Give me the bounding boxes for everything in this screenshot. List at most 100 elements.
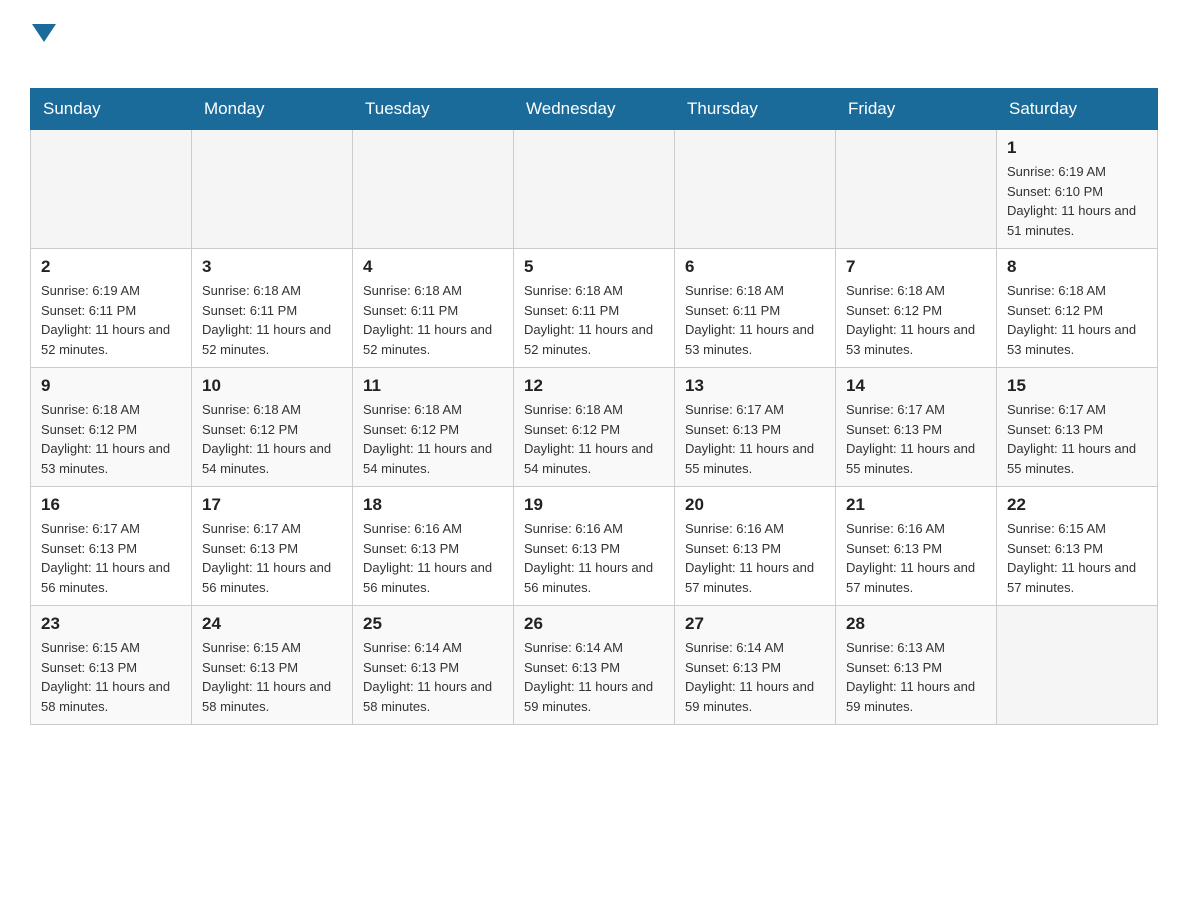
- day-info: Sunrise: 6:14 AM Sunset: 6:13 PM Dayligh…: [685, 638, 825, 716]
- day-of-week-header: Saturday: [997, 89, 1158, 130]
- page-header: [30, 20, 1158, 68]
- day-info: Sunrise: 6:18 AM Sunset: 6:12 PM Dayligh…: [524, 400, 664, 478]
- day-of-week-header: Tuesday: [353, 89, 514, 130]
- calendar-day-cell: 10 Sunrise: 6:18 AM Sunset: 6:12 PM Dayli…: [192, 368, 353, 487]
- day-info: Sunrise: 6:17 AM Sunset: 6:13 PM Dayligh…: [1007, 400, 1147, 478]
- calendar-day-cell: [836, 130, 997, 249]
- day-info: Sunrise: 6:16 AM Sunset: 6:13 PM Dayligh…: [363, 519, 503, 597]
- calendar-day-cell: 27 Sunrise: 6:14 AM Sunset: 6:13 PM Dayli…: [675, 606, 836, 725]
- day-number: 1: [1007, 138, 1147, 158]
- calendar-day-cell: 14 Sunrise: 6:17 AM Sunset: 6:13 PM Dayli…: [836, 368, 997, 487]
- calendar-day-cell: 2 Sunrise: 6:19 AM Sunset: 6:11 PM Daylig…: [31, 249, 192, 368]
- day-info: Sunrise: 6:18 AM Sunset: 6:12 PM Dayligh…: [202, 400, 342, 478]
- calendar-day-cell: 24Sunrise: 6:15 AM Sunset: 6:13 PM Dayli…: [192, 606, 353, 725]
- calendar-day-cell: [31, 130, 192, 249]
- day-info: Sunrise: 6:18 AM Sunset: 6:12 PM Dayligh…: [363, 400, 503, 478]
- calendar-day-cell: 4 Sunrise: 6:18 AM Sunset: 6:11 PM Daylig…: [353, 249, 514, 368]
- calendar-week-row: 9 Sunrise: 6:18 AM Sunset: 6:12 PM Daylig…: [31, 368, 1158, 487]
- calendar-day-cell: 3 Sunrise: 6:18 AM Sunset: 6:11 PM Daylig…: [192, 249, 353, 368]
- calendar-day-cell: 9 Sunrise: 6:18 AM Sunset: 6:12 PM Daylig…: [31, 368, 192, 487]
- day-info: Sunrise: 6:16 AM Sunset: 6:13 PM Dayligh…: [685, 519, 825, 597]
- day-number: 13: [685, 376, 825, 396]
- day-info: Sunrise: 6:18 AM Sunset: 6:12 PM Dayligh…: [846, 281, 986, 359]
- day-info: Sunrise: 6:14 AM Sunset: 6:13 PM Dayligh…: [524, 638, 664, 716]
- day-number: 5: [524, 257, 664, 277]
- calendar-day-cell: 18Sunrise: 6:16 AM Sunset: 6:13 PM Dayli…: [353, 487, 514, 606]
- calendar-day-cell: 19 Sunrise: 6:16 AM Sunset: 6:13 PM Dayli…: [514, 487, 675, 606]
- day-info: Sunrise: 6:15 AM Sunset: 6:13 PM Dayligh…: [1007, 519, 1147, 597]
- day-number: 3: [202, 257, 342, 277]
- day-info: Sunrise: 6:19 AM Sunset: 6:10 PM Dayligh…: [1007, 162, 1147, 240]
- day-info: Sunrise: 6:18 AM Sunset: 6:11 PM Dayligh…: [363, 281, 503, 359]
- calendar-day-cell: 13 Sunrise: 6:17 AM Sunset: 6:13 PM Dayli…: [675, 368, 836, 487]
- day-number: 21: [846, 495, 986, 515]
- day-number: 9: [41, 376, 181, 396]
- calendar-day-cell: 11 Sunrise: 6:18 AM Sunset: 6:12 PM Dayli…: [353, 368, 514, 487]
- day-number: 12: [524, 376, 664, 396]
- day-info: Sunrise: 6:13 AM Sunset: 6:13 PM Dayligh…: [846, 638, 986, 716]
- day-number: 2: [41, 257, 181, 277]
- day-number: 26: [524, 614, 664, 634]
- day-info: Sunrise: 6:18 AM Sunset: 6:11 PM Dayligh…: [524, 281, 664, 359]
- day-of-week-header: Thursday: [675, 89, 836, 130]
- calendar-day-cell: 5 Sunrise: 6:18 AM Sunset: 6:11 PM Daylig…: [514, 249, 675, 368]
- day-info: Sunrise: 6:17 AM Sunset: 6:13 PM Dayligh…: [846, 400, 986, 478]
- calendar-day-cell: [675, 130, 836, 249]
- day-number: 6: [685, 257, 825, 277]
- day-info: Sunrise: 6:14 AM Sunset: 6:13 PM Dayligh…: [363, 638, 503, 716]
- calendar-day-cell: 17Sunrise: 6:17 AM Sunset: 6:13 PM Dayli…: [192, 487, 353, 606]
- calendar-day-cell: 20 Sunrise: 6:16 AM Sunset: 6:13 PM Dayli…: [675, 487, 836, 606]
- day-info: Sunrise: 6:17 AM Sunset: 6:13 PM Dayligh…: [41, 519, 181, 597]
- day-info: Sunrise: 6:18 AM Sunset: 6:11 PM Dayligh…: [685, 281, 825, 359]
- calendar-day-cell: 15 Sunrise: 6:17 AM Sunset: 6:13 PM Dayli…: [997, 368, 1158, 487]
- calendar-week-row: 1 Sunrise: 6:19 AM Sunset: 6:10 PM Daylig…: [31, 130, 1158, 249]
- calendar-day-cell: 26 Sunrise: 6:14 AM Sunset: 6:13 PM Dayli…: [514, 606, 675, 725]
- day-number: 20: [685, 495, 825, 515]
- day-number: 23: [41, 614, 181, 634]
- calendar-day-cell: 25Sunrise: 6:14 AM Sunset: 6:13 PM Dayli…: [353, 606, 514, 725]
- day-number: 10: [202, 376, 342, 396]
- day-info: Sunrise: 6:18 AM Sunset: 6:12 PM Dayligh…: [41, 400, 181, 478]
- day-of-week-header: Sunday: [31, 89, 192, 130]
- day-of-week-header: Monday: [192, 89, 353, 130]
- calendar-week-row: 2 Sunrise: 6:19 AM Sunset: 6:11 PM Daylig…: [31, 249, 1158, 368]
- calendar-day-cell: [192, 130, 353, 249]
- day-info: Sunrise: 6:17 AM Sunset: 6:13 PM Dayligh…: [685, 400, 825, 478]
- calendar-day-cell: 6 Sunrise: 6:18 AM Sunset: 6:11 PM Daylig…: [675, 249, 836, 368]
- day-info: Sunrise: 6:19 AM Sunset: 6:11 PM Dayligh…: [41, 281, 181, 359]
- day-number: 27: [685, 614, 825, 634]
- day-number: 11: [363, 376, 503, 396]
- day-info: Sunrise: 6:16 AM Sunset: 6:13 PM Dayligh…: [524, 519, 664, 597]
- calendar-day-cell: 28 Sunrise: 6:13 AM Sunset: 6:13 PM Dayli…: [836, 606, 997, 725]
- day-info: Sunrise: 6:17 AM Sunset: 6:13 PM Dayligh…: [202, 519, 342, 597]
- day-of-week-header: Friday: [836, 89, 997, 130]
- day-number: 24: [202, 614, 342, 634]
- calendar-header-row: SundayMondayTuesdayWednesdayThursdayFrid…: [31, 89, 1158, 130]
- calendar-day-cell: 21 Sunrise: 6:16 AM Sunset: 6:13 PM Dayli…: [836, 487, 997, 606]
- day-number: 28: [846, 614, 986, 634]
- calendar-day-cell: 1 Sunrise: 6:19 AM Sunset: 6:10 PM Daylig…: [997, 130, 1158, 249]
- calendar-day-cell: 12 Sunrise: 6:18 AM Sunset: 6:12 PM Dayli…: [514, 368, 675, 487]
- calendar-week-row: 23 Sunrise: 6:15 AM Sunset: 6:13 PM Dayli…: [31, 606, 1158, 725]
- calendar-table: SundayMondayTuesdayWednesdayThursdayFrid…: [30, 88, 1158, 725]
- day-number: 7: [846, 257, 986, 277]
- calendar-day-cell: 8Sunrise: 6:18 AM Sunset: 6:12 PM Daylig…: [997, 249, 1158, 368]
- day-number: 14: [846, 376, 986, 396]
- day-number: 8: [1007, 257, 1147, 277]
- day-number: 19: [524, 495, 664, 515]
- calendar-day-cell: 7 Sunrise: 6:18 AM Sunset: 6:12 PM Daylig…: [836, 249, 997, 368]
- day-info: Sunrise: 6:15 AM Sunset: 6:13 PM Dayligh…: [41, 638, 181, 716]
- day-number: 16: [41, 495, 181, 515]
- day-info: Sunrise: 6:18 AM Sunset: 6:11 PM Dayligh…: [202, 281, 342, 359]
- calendar-day-cell: 22 Sunrise: 6:15 AM Sunset: 6:13 PM Dayli…: [997, 487, 1158, 606]
- logo: [30, 20, 56, 68]
- calendar-day-cell: [353, 130, 514, 249]
- day-info: Sunrise: 6:16 AM Sunset: 6:13 PM Dayligh…: [846, 519, 986, 597]
- calendar-week-row: 16 Sunrise: 6:17 AM Sunset: 6:13 PM Dayli…: [31, 487, 1158, 606]
- day-number: 22: [1007, 495, 1147, 515]
- calendar-day-cell: [997, 606, 1158, 725]
- day-number: 15: [1007, 376, 1147, 396]
- day-of-week-header: Wednesday: [514, 89, 675, 130]
- day-number: 4: [363, 257, 503, 277]
- calendar-day-cell: 23 Sunrise: 6:15 AM Sunset: 6:13 PM Dayli…: [31, 606, 192, 725]
